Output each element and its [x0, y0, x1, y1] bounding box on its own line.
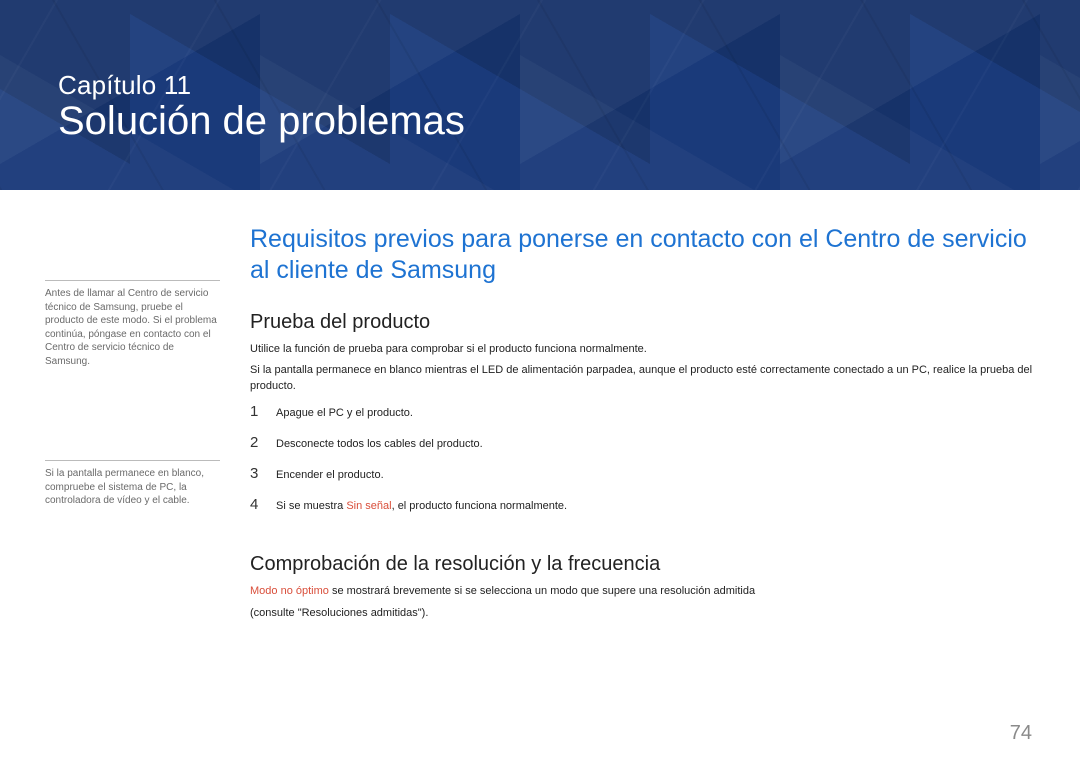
list-item: 4 Si se muestra Sin señal, el producto f… — [250, 496, 1035, 513]
chapter-label: Capítulo 11 — [58, 70, 465, 101]
step-number: 2 — [250, 434, 262, 451]
chapter-title: Solución de problemas — [58, 99, 465, 144]
heading-section-2: Comprobación de la resolución y la frecu… — [250, 553, 1035, 576]
step-text: Apague el PC y el producto. — [276, 407, 413, 419]
status-text-sin-senal: Sin señal — [346, 500, 391, 512]
paragraph: Modo no óptimo se mostrará brevemente si… — [250, 584, 1035, 600]
step-number: 1 — [250, 403, 262, 420]
side-note: Antes de llamar al Centro de servicio té… — [45, 280, 220, 368]
chapter-heading-block: Capítulo 11 Solución de problemas — [58, 70, 465, 144]
step-number: 3 — [250, 465, 262, 482]
step-text: Encender el producto. — [276, 469, 384, 481]
step-text-prefix: Si se muestra — [276, 500, 346, 512]
step-text: Si se muestra Sin señal, el producto fun… — [276, 500, 567, 512]
page-number: 74 — [1010, 722, 1032, 745]
step-number: 4 — [250, 496, 262, 513]
step-text-suffix: , el producto funciona normalmente. — [392, 500, 568, 512]
divider — [45, 280, 220, 281]
side-note-text: Si la pantalla permanece en blanco, comp… — [45, 467, 220, 508]
step-text: Desconecte todos los cables del producto… — [276, 438, 483, 450]
chapter-hero: Capítulo 11 Solución de problemas — [0, 0, 1080, 190]
ordered-steps: 1 Apague el PC y el producto. 2 Desconec… — [250, 403, 1035, 513]
list-item: 1 Apague el PC y el producto. — [250, 403, 1035, 420]
heading-primary: Requisitos previos para ponerse en conta… — [250, 224, 1035, 287]
paragraph: (consulte "Resoluciones admitidas"). — [250, 606, 1035, 622]
paragraph: Utilice la función de prueba para compro… — [250, 342, 1035, 358]
list-item: 2 Desconecte todos los cables del produc… — [250, 434, 1035, 451]
list-item: 3 Encender el producto. — [250, 465, 1035, 482]
main-content: Requisitos previos para ponerse en conta… — [250, 224, 1035, 622]
heading-section-1: Prueba del producto — [250, 311, 1035, 334]
divider — [45, 460, 220, 461]
status-text-modo-no-optimo: Modo no óptimo — [250, 585, 329, 597]
side-note-text: Antes de llamar al Centro de servicio té… — [45, 287, 220, 368]
paragraph: Si la pantalla permanece en blanco mient… — [250, 363, 1035, 395]
paragraph-rest: se mostrará brevemente si se selecciona … — [329, 585, 755, 597]
side-note: Si la pantalla permanece en blanco, comp… — [45, 460, 220, 508]
